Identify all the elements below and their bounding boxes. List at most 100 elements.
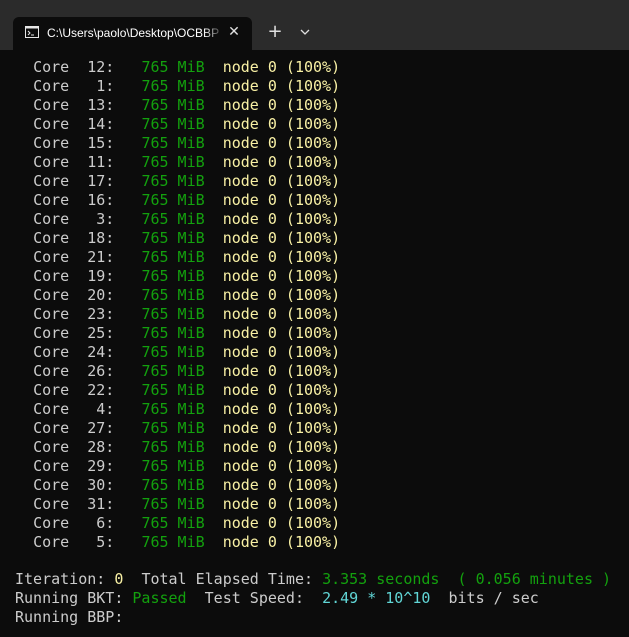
core-memory: 765 MiB bbox=[141, 362, 205, 380]
core-row: Core 3: 765 MiB node 0 (100%) bbox=[15, 210, 340, 229]
core-label: Core bbox=[33, 229, 70, 247]
core-number: 23: bbox=[87, 305, 115, 323]
core-memory: 765 MiB bbox=[141, 286, 205, 304]
core-number: 21: bbox=[87, 248, 115, 266]
core-row: Core 23: 765 MiB node 0 (100%) bbox=[15, 305, 340, 324]
core-node: node 0 (100%) bbox=[222, 267, 341, 285]
core-row: Core 27: 765 MiB node 0 (100%) bbox=[15, 419, 340, 438]
core-memory: 765 MiB bbox=[141, 457, 205, 475]
core-label: Core bbox=[33, 381, 70, 399]
core-row: Core 13: 765 MiB node 0 (100%) bbox=[15, 96, 340, 115]
core-memory: 765 MiB bbox=[141, 267, 205, 285]
close-icon[interactable]: ✕ bbox=[226, 24, 242, 40]
core-number: 5: bbox=[87, 533, 115, 551]
iteration-value: 0 bbox=[114, 570, 124, 588]
core-memory: 765 MiB bbox=[141, 324, 205, 342]
core-number: 18: bbox=[87, 229, 115, 247]
core-label: Core bbox=[33, 533, 70, 551]
core-memory: 765 MiB bbox=[141, 419, 205, 437]
core-row: Core 12: 765 MiB node 0 (100%) bbox=[15, 58, 340, 77]
core-row: Core 20: 765 MiB node 0 (100%) bbox=[15, 286, 340, 305]
core-label: Core bbox=[33, 514, 70, 532]
core-row: Core 24: 765 MiB node 0 (100%) bbox=[15, 343, 340, 362]
new-tab-button[interactable]: + bbox=[266, 23, 284, 41]
core-label: Core bbox=[33, 58, 70, 76]
core-label: Core bbox=[33, 476, 70, 494]
core-number: 20: bbox=[87, 286, 115, 304]
core-number: 13: bbox=[87, 96, 115, 114]
core-node: node 0 (100%) bbox=[222, 381, 341, 399]
core-label: Core bbox=[33, 438, 70, 456]
bkt-label: Running BKT: bbox=[15, 589, 124, 607]
core-node: node 0 (100%) bbox=[222, 172, 341, 190]
core-label: Core bbox=[33, 362, 70, 380]
core-node: node 0 (100%) bbox=[222, 457, 341, 475]
core-number: 30: bbox=[87, 476, 115, 494]
core-node: node 0 (100%) bbox=[222, 229, 341, 247]
chevron-down-icon[interactable] bbox=[297, 24, 313, 40]
core-row: Core 25: 765 MiB node 0 (100%) bbox=[15, 324, 340, 343]
iteration-label: Iteration: bbox=[15, 570, 106, 588]
core-node: node 0 (100%) bbox=[222, 305, 341, 323]
elapsed-seconds: 3.353 seconds bbox=[322, 570, 440, 588]
core-node: node 0 (100%) bbox=[222, 343, 341, 361]
terminal-icon bbox=[25, 26, 39, 38]
tab-terminal[interactable]: C:\Users\paolo\Desktop\OCBBP ✕ bbox=[13, 17, 252, 50]
core-number: 1: bbox=[87, 77, 115, 95]
elapsed-minutes: ( 0.056 minutes ) bbox=[457, 570, 612, 588]
core-row: Core 30: 765 MiB node 0 (100%) bbox=[15, 476, 340, 495]
core-memory: 765 MiB bbox=[141, 495, 205, 513]
core-label: Core bbox=[33, 400, 70, 418]
core-label: Core bbox=[33, 324, 70, 342]
core-number: 17: bbox=[87, 172, 115, 190]
core-memory: 765 MiB bbox=[141, 381, 205, 399]
core-label: Core bbox=[33, 267, 70, 285]
core-node: node 0 (100%) bbox=[222, 77, 341, 95]
core-row: Core 16: 765 MiB node 0 (100%) bbox=[15, 191, 340, 210]
core-row: Core 17: 765 MiB node 0 (100%) bbox=[15, 172, 340, 191]
core-node: node 0 (100%) bbox=[222, 286, 341, 304]
core-label: Core bbox=[33, 191, 70, 209]
terminal-output[interactable]: Core 12: 765 MiB node 0 (100%) Core 1: 7… bbox=[0, 58, 629, 637]
core-label: Core bbox=[33, 305, 70, 323]
core-label: Core bbox=[33, 343, 70, 361]
core-memory: 765 MiB bbox=[141, 343, 205, 361]
core-node: node 0 (100%) bbox=[222, 248, 341, 266]
tab-title: C:\Users\paolo\Desktop\OCBBP bbox=[47, 26, 220, 40]
core-node: node 0 (100%) bbox=[222, 362, 341, 380]
core-number: 29: bbox=[87, 457, 115, 475]
core-memory: 765 MiB bbox=[141, 438, 205, 456]
core-memory: 765 MiB bbox=[141, 77, 205, 95]
core-label: Core bbox=[33, 457, 70, 475]
core-number: 27: bbox=[87, 419, 115, 437]
core-label: Core bbox=[33, 115, 70, 133]
core-row: Core 1: 765 MiB node 0 (100%) bbox=[15, 77, 340, 96]
status-line-iteration: Iteration: 0 Total Elapsed Time: 3.353 s… bbox=[15, 570, 611, 589]
core-node: node 0 (100%) bbox=[222, 514, 341, 532]
core-label: Core bbox=[33, 419, 70, 437]
core-node: node 0 (100%) bbox=[222, 438, 341, 456]
core-number: 11: bbox=[87, 153, 115, 171]
core-number: 3: bbox=[87, 210, 115, 228]
status-line-bkt: Running BKT: Passed Test Speed: 2.49 * 1… bbox=[15, 589, 539, 608]
core-node: node 0 (100%) bbox=[222, 476, 341, 494]
core-row: Core 6: 765 MiB node 0 (100%) bbox=[15, 514, 340, 533]
bkt-status: Passed bbox=[132, 589, 187, 607]
status-line-bbp: Running BBP: bbox=[15, 608, 123, 627]
speed-unit: bits / sec bbox=[448, 589, 539, 607]
core-row: Core 28: 765 MiB node 0 (100%) bbox=[15, 438, 340, 457]
core-node: node 0 (100%) bbox=[222, 191, 341, 209]
core-row: Core 15: 765 MiB node 0 (100%) bbox=[15, 134, 340, 153]
core-node: node 0 (100%) bbox=[222, 153, 341, 171]
core-memory: 765 MiB bbox=[141, 229, 205, 247]
core-number: 12: bbox=[87, 58, 115, 76]
core-number: 19: bbox=[87, 267, 115, 285]
core-number: 24: bbox=[87, 343, 115, 361]
core-node: node 0 (100%) bbox=[222, 419, 341, 437]
core-number: 28: bbox=[87, 438, 115, 456]
core-number: 4: bbox=[87, 400, 115, 418]
core-row: Core 11: 765 MiB node 0 (100%) bbox=[15, 153, 340, 172]
core-memory: 765 MiB bbox=[141, 153, 205, 171]
speed-value: 2.49 * 10^10 bbox=[322, 589, 431, 607]
bbp-label: Running BBP: bbox=[15, 608, 124, 626]
